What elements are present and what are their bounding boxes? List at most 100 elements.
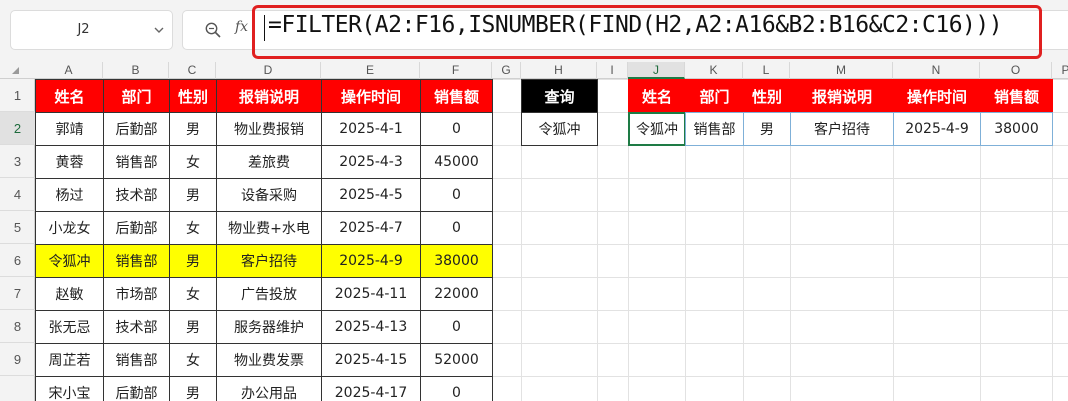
source-data-cell[interactable]: 后勤部 xyxy=(103,112,170,146)
source-data-cell[interactable]: 0 xyxy=(420,178,493,212)
row-header-5[interactable]: 5 xyxy=(0,211,35,244)
source-header-cell[interactable]: 性别 xyxy=(169,79,217,113)
row-header-9[interactable]: 9 xyxy=(0,343,35,376)
source-data-cell[interactable]: 宋小宝 xyxy=(35,376,104,401)
column-header-h[interactable]: H xyxy=(521,62,597,79)
source-data-cell[interactable]: 令狐冲 xyxy=(35,244,104,278)
row-header-7[interactable]: 7 xyxy=(0,277,35,310)
result-header-cell[interactable]: 姓名 xyxy=(628,79,686,113)
column-header-f[interactable]: F xyxy=(420,62,492,79)
column-header-j[interactable]: J xyxy=(628,62,685,79)
column-header-g[interactable]: G xyxy=(492,62,521,79)
source-data-cell[interactable]: 设备采购 xyxy=(216,178,322,212)
fx-icon[interactable]: fx xyxy=(235,19,248,35)
source-data-cell[interactable]: 杨过 xyxy=(35,178,104,212)
row-header-1[interactable]: 1 xyxy=(0,79,35,112)
column-header-n[interactable]: N xyxy=(893,62,980,79)
source-data-cell[interactable]: 0 xyxy=(420,211,493,245)
source-data-cell[interactable]: 黄蓉 xyxy=(35,145,104,179)
source-data-cell[interactable]: 广告投放 xyxy=(216,277,322,311)
column-header-b[interactable]: B xyxy=(103,62,169,79)
result-data-cell[interactable]: 销售部 xyxy=(685,112,744,146)
column-header-i[interactable]: I xyxy=(597,62,628,79)
source-data-cell[interactable]: 2025-4-7 xyxy=(321,211,421,245)
row-header-8[interactable]: 8 xyxy=(0,310,35,343)
query-label-cell[interactable]: 查询 xyxy=(521,79,598,113)
column-header-e[interactable]: E xyxy=(321,62,420,79)
source-data-cell[interactable]: 销售部 xyxy=(103,244,170,278)
source-data-cell[interactable]: 38000 xyxy=(420,244,493,278)
source-data-cell[interactable]: 2025-4-13 xyxy=(321,310,421,344)
source-data-cell[interactable]: 张无忌 xyxy=(35,310,104,344)
result-data-cell[interactable]: 2025-4-9 xyxy=(893,112,981,146)
source-data-cell[interactable]: 销售部 xyxy=(103,343,170,377)
source-data-cell[interactable]: 2025-4-1 xyxy=(321,112,421,146)
column-header-m[interactable]: M xyxy=(790,62,893,79)
source-data-cell[interactable]: 技术部 xyxy=(103,310,170,344)
query-input-cell[interactable]: 令狐冲 xyxy=(521,112,598,146)
chevron-down-icon[interactable] xyxy=(152,23,166,37)
source-data-cell[interactable]: 周芷若 xyxy=(35,343,104,377)
name-box[interactable]: J2 xyxy=(10,10,173,50)
source-data-cell[interactable]: 办公用品 xyxy=(216,376,322,401)
column-header-a[interactable]: A xyxy=(35,62,103,79)
source-data-cell[interactable]: 销售部 xyxy=(103,145,170,179)
formula-text[interactable]: =FILTER(A2:F16,ISNUMBER(FIND(H2,A2:A16&B… xyxy=(268,12,1003,38)
source-data-cell[interactable]: 物业费+水电 xyxy=(216,211,322,245)
source-data-cell[interactable]: 物业费报销 xyxy=(216,112,322,146)
source-header-cell[interactable]: 操作时间 xyxy=(321,79,421,113)
row-header-3[interactable]: 3 xyxy=(0,145,35,178)
source-data-cell[interactable]: 郭靖 xyxy=(35,112,104,146)
result-header-cell[interactable]: 部门 xyxy=(685,79,744,113)
source-data-cell[interactable]: 45000 xyxy=(420,145,493,179)
source-data-cell[interactable]: 技术部 xyxy=(103,178,170,212)
result-data-cell[interactable]: 男 xyxy=(743,112,791,146)
source-data-cell[interactable]: 赵敏 xyxy=(35,277,104,311)
source-data-cell[interactable]: 女 xyxy=(169,343,217,377)
source-header-cell[interactable]: 报销说明 xyxy=(216,79,322,113)
source-data-cell[interactable]: 2025-4-3 xyxy=(321,145,421,179)
source-header-cell[interactable]: 销售额 xyxy=(420,79,493,113)
row-header-2[interactable]: 2 xyxy=(0,112,35,145)
source-data-cell[interactable]: 22000 xyxy=(420,277,493,311)
result-data-cell[interactable]: 客户招待 xyxy=(790,112,894,146)
source-header-cell[interactable]: 姓名 xyxy=(35,79,104,113)
source-data-cell[interactable]: 52000 xyxy=(420,343,493,377)
source-data-cell[interactable]: 0 xyxy=(420,376,493,401)
zoom-icon[interactable] xyxy=(204,21,222,39)
source-data-cell[interactable]: 小龙女 xyxy=(35,211,104,245)
row-header-6[interactable]: 6 xyxy=(0,244,35,277)
source-data-cell[interactable]: 男 xyxy=(169,112,217,146)
result-header-cell[interactable]: 性别 xyxy=(743,79,791,113)
column-header-d[interactable]: D xyxy=(216,62,321,79)
source-data-cell[interactable]: 2025-4-9 xyxy=(321,244,421,278)
source-data-cell[interactable]: 后勤部 xyxy=(103,376,170,401)
column-header-l[interactable]: L xyxy=(743,62,790,79)
source-data-cell[interactable]: 市场部 xyxy=(103,277,170,311)
source-data-cell[interactable]: 女 xyxy=(169,277,217,311)
source-data-cell[interactable]: 客户招待 xyxy=(216,244,322,278)
source-data-cell[interactable]: 男 xyxy=(169,310,217,344)
source-data-cell[interactable]: 服务器维护 xyxy=(216,310,322,344)
column-header-o[interactable]: O xyxy=(980,62,1052,79)
source-data-cell[interactable]: 差旅费 xyxy=(216,145,322,179)
source-data-cell[interactable]: 男 xyxy=(169,178,217,212)
source-data-cell[interactable]: 男 xyxy=(169,244,217,278)
source-data-cell[interactable]: 0 xyxy=(420,310,493,344)
source-data-cell[interactable]: 女 xyxy=(169,211,217,245)
source-data-cell[interactable]: 2025-4-5 xyxy=(321,178,421,212)
active-cell[interactable]: 令狐冲 xyxy=(628,112,686,146)
source-data-cell[interactable]: 2025-4-15 xyxy=(321,343,421,377)
source-data-cell[interactable]: 2025-4-11 xyxy=(321,277,421,311)
result-data-cell[interactable]: 38000 xyxy=(980,112,1053,146)
result-header-cell[interactable]: 报销说明 xyxy=(790,79,894,113)
source-header-cell[interactable]: 部门 xyxy=(103,79,170,113)
column-header-p[interactable]: P xyxy=(1052,62,1068,79)
column-header-k[interactable]: K xyxy=(685,62,743,79)
source-data-cell[interactable]: 物业费发票 xyxy=(216,343,322,377)
source-data-cell[interactable]: 0 xyxy=(420,112,493,146)
source-data-cell[interactable]: 男 xyxy=(169,376,217,401)
select-all-icon[interactable] xyxy=(12,67,19,74)
source-data-cell[interactable]: 2025-4-17 xyxy=(321,376,421,401)
result-header-cell[interactable]: 操作时间 xyxy=(893,79,981,113)
